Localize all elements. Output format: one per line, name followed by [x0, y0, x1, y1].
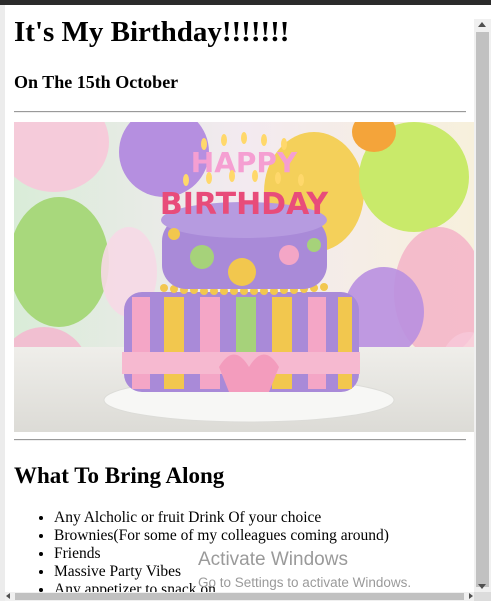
- list-item: Friends: [54, 545, 389, 563]
- list-item: Any appetizer to snack on: [54, 581, 389, 592]
- divider-bottom: [14, 439, 466, 441]
- scroll-right-icon[interactable]: [469, 593, 473, 599]
- list-item: Any Alcholic or fruit Drink Of your choi…: [54, 509, 389, 527]
- bring-along-list: Any Alcholic or fruit Drink Of your choi…: [14, 509, 389, 592]
- scrollbar-corner: [474, 592, 491, 601]
- vertical-scroll-thumb[interactable]: [476, 32, 489, 587]
- date-heading: On The 15th October: [14, 72, 179, 92]
- cake-text-birthday: BIRTHDAY: [160, 187, 330, 222]
- page-title: It's My Birthday!!!!!!!: [14, 16, 290, 48]
- vertical-scrollbar[interactable]: [474, 19, 491, 592]
- list-item: Brownies(For some of my colleagues comin…: [54, 527, 389, 545]
- list-item: Massive Party Vibes: [54, 563, 389, 581]
- horizontal-scroll-thumb[interactable]: [15, 593, 464, 600]
- section-heading: What To Bring Along: [14, 463, 225, 488]
- page-viewport: It's My Birthday!!!!!!! On The 15th Octo…: [5, 5, 474, 592]
- scroll-down-icon[interactable]: [478, 584, 486, 589]
- horizontal-scrollbar[interactable]: [5, 592, 474, 601]
- divider-top: [14, 111, 466, 113]
- birthday-cake-image: HAPPY BIRTHDAY: [14, 122, 474, 432]
- scroll-left-icon[interactable]: [6, 593, 10, 599]
- scroll-up-icon[interactable]: [478, 22, 486, 27]
